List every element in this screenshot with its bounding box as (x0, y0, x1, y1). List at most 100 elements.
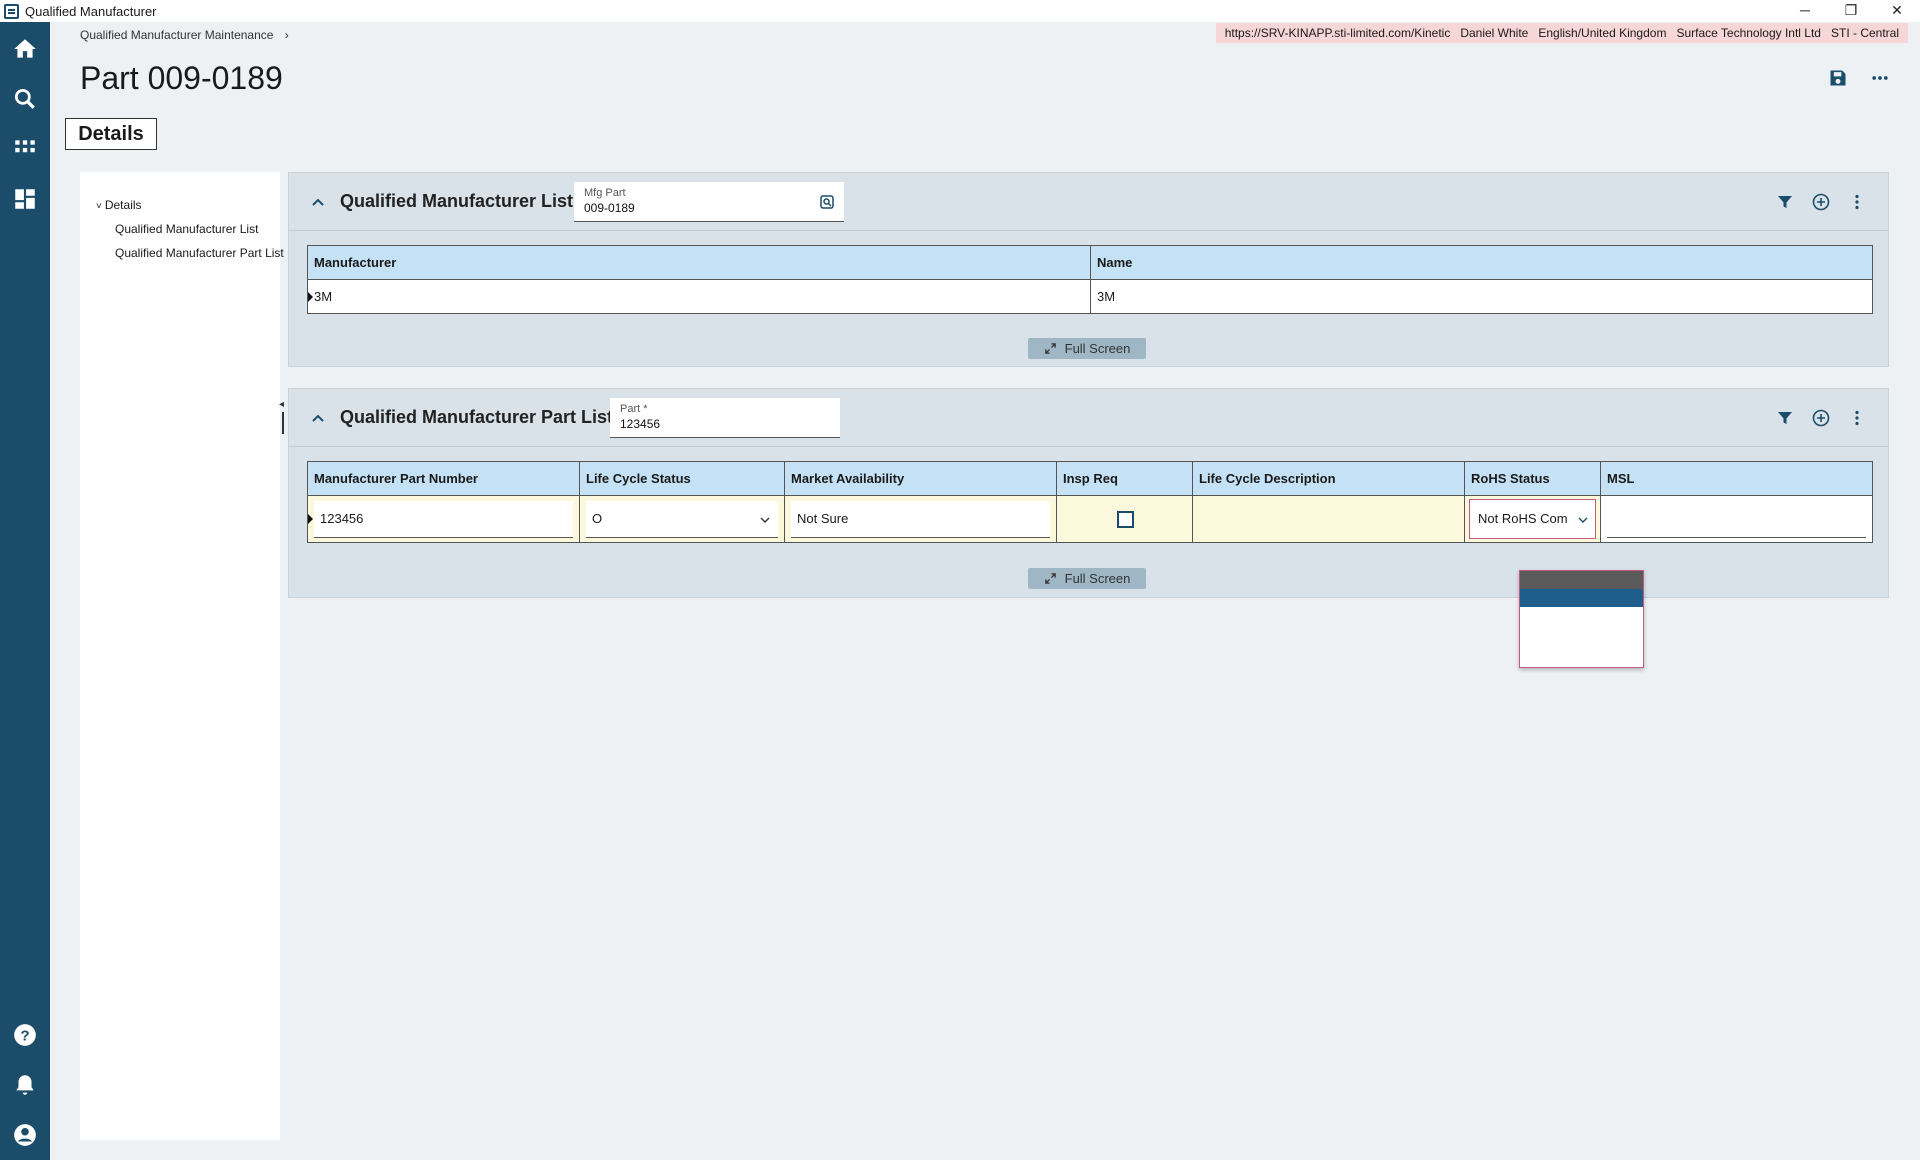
save-icon[interactable] (1828, 68, 1848, 88)
cell-rohs-status[interactable]: Not RoHS Com (1465, 496, 1601, 542)
column-header-msl[interactable]: MSL (1601, 462, 1872, 495)
dropdown-option[interactable] (1520, 571, 1643, 589)
app-icon (4, 3, 19, 19)
market-availability-input[interactable]: Not Sure (791, 501, 1050, 538)
close-button[interactable]: ✕ (1874, 0, 1920, 22)
field-value: 123456 (620, 417, 661, 431)
panel-splitter[interactable] (282, 412, 284, 434)
help-icon[interactable]: ? (12, 1022, 38, 1048)
cell-manufacturer-part-number[interactable]: 123456 (308, 496, 580, 542)
breadcrumb: Qualified Manufacturer Maintenance › (80, 28, 289, 42)
home-icon[interactable] (12, 36, 38, 62)
cell-market-availability[interactable]: Not Sure (785, 496, 1057, 542)
apps-grid-icon[interactable] (12, 136, 38, 162)
filter-icon[interactable] (1776, 193, 1794, 211)
mfg-part-field[interactable]: Mfg Part 009-0189 (574, 182, 844, 222)
page-actions (1828, 68, 1890, 88)
column-header-manufacturer[interactable]: Manufacturer (308, 246, 1091, 279)
breadcrumb-item[interactable]: Qualified Manufacturer Maintenance (80, 28, 273, 42)
window-titlebar: Qualified Manufacturer ─ ❐ ✕ (0, 0, 1920, 22)
cell-msl[interactable] (1601, 496, 1872, 542)
main-area: Qualified Manufacturer Maintenance › htt… (50, 22, 1920, 1160)
env-company: Surface Technology Intl Ltd (1676, 26, 1821, 40)
rohs-status-dropdown (1519, 570, 1644, 668)
chevron-up-icon[interactable] (311, 195, 325, 209)
cell-insp-req[interactable] (1057, 496, 1193, 542)
panel-title: Qualified Manufacturer List (340, 191, 574, 211)
account-icon[interactable] (12, 1122, 38, 1148)
filter-icon[interactable] (1776, 409, 1794, 427)
cell-life-cycle-description[interactable] (1193, 496, 1465, 542)
more-vertical-icon[interactable] (1848, 409, 1866, 427)
chevron-down-icon[interactable] (760, 515, 770, 525)
part-list-grid: Manufacturer Part Number Life Cycle Stat… (307, 461, 1873, 543)
qualified-manufacturer-part-list-panel: Qualified Manufacturer Part List Part * … (288, 388, 1889, 598)
cell-name[interactable]: 3M (1091, 280, 1872, 313)
dropdown-option[interactable] (1520, 625, 1643, 643)
column-header-market-availability[interactable]: Market Availability (785, 462, 1057, 495)
add-circle-icon[interactable] (1812, 409, 1830, 427)
window-controls: ─ ❐ ✕ (1782, 0, 1920, 22)
field-value: 009-0189 (584, 201, 635, 215)
bell-icon[interactable] (12, 1072, 38, 1098)
grid-header: Manufacturer Name (308, 246, 1872, 280)
dropdown-option[interactable] (1520, 607, 1643, 625)
insp-req-checkbox[interactable] (1116, 511, 1134, 528)
column-header-life-cycle-status[interactable]: Life Cycle Status (580, 462, 785, 495)
field-label: Part * (620, 403, 648, 415)
full-screen-button[interactable]: Full Screen (1028, 568, 1146, 589)
add-circle-icon[interactable] (1812, 193, 1830, 211)
mfg-part-number-input[interactable]: 123456 (314, 501, 573, 538)
nav-rail: ? (0, 22, 50, 1160)
chevron-up-icon[interactable] (311, 411, 325, 425)
env-site: STI - Central (1830, 26, 1899, 40)
tab-details[interactable]: Details (65, 118, 157, 150)
full-screen-label: Full Screen (1064, 571, 1131, 586)
tree-node-qualified-manufacturer-part-list[interactable]: Qualified Manufacturer Part List (115, 246, 284, 260)
full-screen-label: Full Screen (1064, 341, 1131, 356)
table-row[interactable]: 123456 O Not Sure Not RoHS Com (308, 496, 1872, 542)
table-row[interactable]: 3M 3M (308, 280, 1872, 313)
expand-icon (1044, 343, 1056, 354)
chevron-down-icon: ˅ (96, 201, 102, 212)
dashboard-icon[interactable] (12, 186, 38, 212)
panel-title: Qualified Manufacturer Part List (340, 407, 614, 427)
cell-manufacturer[interactable]: 3M (308, 280, 1091, 313)
cell-life-cycle-status[interactable]: O (580, 496, 785, 542)
tree-node-label: Details (104, 198, 142, 212)
field-label: Mfg Part (584, 187, 626, 199)
env-url: https://SRV-KINAPP.sti-limited.com/Kinet… (1224, 26, 1451, 40)
dropdown-option-selected[interactable] (1520, 589, 1643, 607)
column-header-manufacturer-part-number[interactable]: Manufacturer Part Number (308, 462, 580, 495)
more-vertical-icon[interactable] (1848, 193, 1866, 211)
tree-node-qualified-manufacturer-list[interactable]: Qualified Manufacturer List (115, 222, 258, 236)
panel-header: Qualified Manufacturer List Mfg Part 009… (289, 173, 1888, 231)
rohs-status-select[interactable]: Not RoHS Com (1469, 499, 1596, 539)
lookup-icon[interactable] (820, 195, 834, 209)
life-cycle-status-select[interactable]: O (586, 501, 778, 538)
more-horizontal-icon[interactable] (1870, 68, 1890, 88)
column-header-rohs-status[interactable]: RoHS Status (1465, 462, 1601, 495)
env-user: Daniel White (1460, 26, 1529, 40)
msl-input[interactable] (1607, 501, 1866, 538)
svg-text:?: ? (20, 1027, 29, 1044)
part-field[interactable]: Part * 123456 (610, 398, 840, 438)
grid-header: Manufacturer Part Number Life Cycle Stat… (308, 462, 1872, 496)
page-title: Part 009-0189 (80, 60, 283, 96)
window-title: Qualified Manufacturer (25, 3, 157, 19)
manufacturer-grid: Manufacturer Name 3M 3M (307, 245, 1873, 314)
tree-node-details[interactable]: ˅ Details (96, 198, 142, 212)
qualified-manufacturer-list-panel: Qualified Manufacturer List Mfg Part 009… (288, 172, 1889, 367)
column-header-insp-req[interactable]: Insp Req (1057, 462, 1193, 495)
environment-infobar: https://SRV-KINAPP.sti-limited.com/Kinet… (1215, 23, 1908, 43)
splitter-collapse-icon[interactable]: ◂ (279, 399, 284, 410)
chevron-down-icon[interactable] (1578, 515, 1588, 525)
column-header-name[interactable]: Name (1091, 246, 1872, 279)
column-header-life-cycle-description[interactable]: Life Cycle Description (1193, 462, 1465, 495)
panel-actions (1776, 409, 1866, 427)
full-screen-button[interactable]: Full Screen (1028, 338, 1146, 359)
restore-button[interactable]: ❐ (1828, 0, 1874, 22)
panel-actions (1776, 193, 1866, 211)
minimize-button[interactable]: ─ (1782, 0, 1828, 22)
search-icon[interactable] (12, 86, 38, 112)
